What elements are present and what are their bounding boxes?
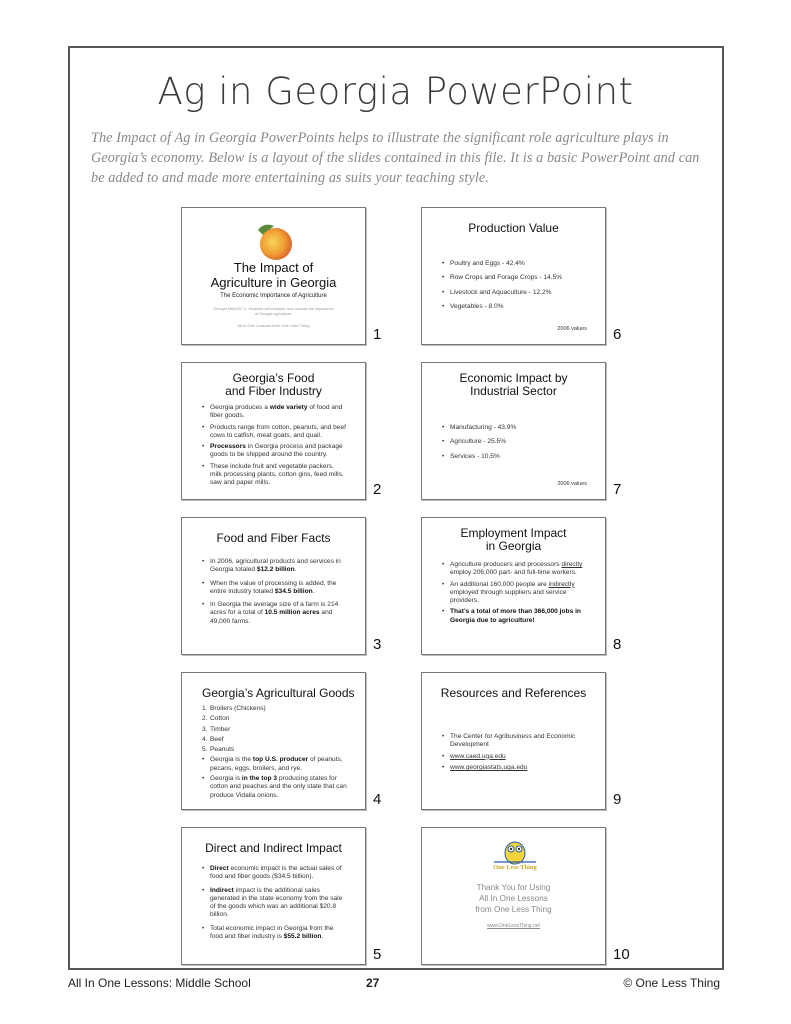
list-item: Georgia produces a wide variety of food … bbox=[202, 404, 347, 421]
slide-number: 1 bbox=[373, 326, 382, 343]
reference-link[interactable]: www.georgiastats.uga.edu bbox=[442, 764, 587, 773]
page-footer: All In One Lessons: Middle School 27 © O… bbox=[68, 976, 724, 992]
list-item: Livestock and Aquaculture - 12.2% bbox=[442, 289, 587, 298]
list-item: Georgia is the top U.S. producer of pean… bbox=[202, 756, 347, 773]
slide-1-title: The Impact of Agriculture in Georgia bbox=[182, 260, 365, 290]
list-item: Poultry and Eggs - 42.4% bbox=[442, 260, 587, 269]
slide-number: 2 bbox=[373, 481, 382, 498]
slide-thumbnail-9[interactable]: Resources and References The Center for … bbox=[421, 672, 606, 810]
slide-3-list: In 2006, agricultural products and servi… bbox=[202, 558, 347, 626]
slide-thumbnail-3[interactable]: Food and Fiber Facts In 2006, agricultur… bbox=[181, 517, 366, 655]
slide-number: 7 bbox=[613, 481, 622, 498]
list-item: Services - 10.5% bbox=[442, 453, 587, 462]
reference-link[interactable]: www.caed.uga.edu bbox=[442, 753, 587, 762]
slide-number: 4 bbox=[373, 791, 382, 808]
list-item: That’s a total of more than 366,000 jobs… bbox=[442, 608, 587, 625]
list-item: Broilers (Chickens) bbox=[202, 705, 347, 714]
slide-7-title: Economic Impact by Industrial Sector bbox=[422, 372, 605, 398]
slide-1-subtitle: The Economic Importance of Agriculture bbox=[220, 293, 327, 299]
list-item: Indirect impact is the additional sales … bbox=[202, 887, 347, 920]
slide-7-title-line2: Industrial Sector bbox=[470, 384, 557, 398]
slide-9-title: Resources and References bbox=[440, 686, 587, 700]
list-item: Peanuts bbox=[202, 746, 347, 755]
list-item: The Center for Agribusiness and Economic… bbox=[442, 733, 587, 750]
list-item: Beef bbox=[202, 736, 347, 745]
list-item: These include fruit and vegetable packer… bbox=[202, 463, 347, 488]
thanks-line1: Thank You for Using bbox=[476, 883, 551, 892]
intro-paragraph: The Impact of Ag in Georgia PowerPoints … bbox=[91, 130, 700, 186]
list-item: Cotton bbox=[202, 715, 347, 724]
slide-5-list: Direct economic impact is the actual sal… bbox=[202, 865, 347, 941]
slide-thumbnail-5[interactable]: Direct and Indirect Impact Direct econom… bbox=[181, 827, 366, 965]
svg-text:One Less Thing: One Less Thing bbox=[493, 864, 537, 871]
slide-9-list: The Center for Agribusiness and Economic… bbox=[442, 733, 587, 772]
footer-series: All In One Lessons: Middle School bbox=[68, 976, 251, 990]
slide-1-title-line1: The Impact of bbox=[233, 260, 314, 275]
page-title: Ag in Georgia PowerPoint bbox=[157, 70, 634, 113]
slide-6-note: 2006 values bbox=[557, 326, 587, 332]
slide-6-list: Poultry and Eggs - 42.4% Row Crops and F… bbox=[442, 260, 587, 311]
slide-number: 8 bbox=[613, 636, 622, 653]
slide-thumbnail-1[interactable]: The Impact of Agriculture in Georgia The… bbox=[181, 207, 366, 345]
slide-thumbnail-4[interactable]: Georgia’s Agricultural Goods Broilers (C… bbox=[181, 672, 366, 810]
list-item: In Georgia the average size of a farm is… bbox=[202, 601, 347, 626]
slide-number: 10 bbox=[613, 946, 630, 963]
slide-number: 6 bbox=[613, 326, 622, 343]
slide-thumbnail-8[interactable]: Employment Impact in Georgia Agriculture… bbox=[421, 517, 606, 655]
peach-icon bbox=[252, 220, 296, 262]
slide-4-title: Georgia’s Agricultural Goods bbox=[202, 686, 355, 700]
list-item: Timber bbox=[202, 726, 347, 735]
footer-copyright: © One Less Thing bbox=[623, 976, 720, 990]
slide-1-credit: All In One Lessons from One Less Thing bbox=[237, 323, 310, 328]
website-link[interactable]: www.OneLessThing.net bbox=[422, 923, 605, 929]
slide-2-list: Georgia produces a wide variety of food … bbox=[202, 404, 347, 488]
list-item: Products range from cotton, peanuts, and… bbox=[202, 424, 347, 441]
slide-1-standard: Georgia M6AG07-2: Students will compare … bbox=[213, 307, 334, 316]
list-item: Agriculture producers and processors dir… bbox=[442, 561, 587, 578]
slide-3-title: Food and Fiber Facts bbox=[216, 531, 331, 545]
page-number: 27 bbox=[366, 976, 380, 990]
thanks-line3: from One Less Thing bbox=[475, 905, 552, 914]
list-item: Vegetables - 8.0% bbox=[442, 303, 587, 312]
slide-thumbnail-6[interactable]: Production Value Poultry and Eggs - 42.4… bbox=[421, 207, 606, 345]
list-item: In 2006, agricultural products and servi… bbox=[202, 558, 347, 575]
list-item: When the value of processing is added, t… bbox=[202, 580, 347, 597]
slide-10-thanks: Thank You for Using All In One Lessons f… bbox=[422, 882, 605, 915]
list-item: Direct economic impact is the actual sal… bbox=[202, 865, 347, 882]
slide-number: 3 bbox=[373, 636, 382, 653]
slide-2-title: Georgia’s Food and Fiber Industry bbox=[182, 372, 365, 398]
slide-5-title: Direct and Indirect Impact bbox=[205, 841, 342, 855]
thanks-line2: All In One Lessons bbox=[479, 894, 548, 903]
list-item: Processors in Georgia process and packag… bbox=[202, 443, 347, 460]
slide-2-title-line2: and Fiber Industry bbox=[225, 384, 322, 398]
slide-thumbnail-7[interactable]: Economic Impact by Industrial Sector Man… bbox=[421, 362, 606, 500]
slide-thumbnail-10[interactable]: One Less Thing Thank You for Using All I… bbox=[421, 827, 606, 965]
list-item: Row Crops and Forage Crops - 14.5% bbox=[442, 274, 587, 283]
slide-4-list: Broilers (Chickens) Cotton Timber Beef P… bbox=[202, 705, 347, 800]
owl-logo-icon: One Less Thing bbox=[490, 840, 540, 872]
slide-1-title-line2: Agriculture in Georgia bbox=[210, 275, 337, 290]
list-item: Manufacturing - 43.9% bbox=[442, 424, 587, 433]
list-item: Total economic impact in Georgia from th… bbox=[202, 925, 347, 942]
list-item: Georgia is in the top 3 producing states… bbox=[202, 775, 347, 800]
slide-thumbnail-2[interactable]: Georgia’s Food and Fiber Industry Georgi… bbox=[181, 362, 366, 500]
slide-6-title: Production Value bbox=[468, 221, 559, 235]
slide-number: 9 bbox=[613, 791, 622, 808]
slide-8-title: Employment Impact in Georgia bbox=[422, 527, 605, 553]
slide-number: 5 bbox=[373, 946, 382, 963]
slide-7-list: Manufacturing - 43.9% Agriculture - 25.5… bbox=[442, 424, 587, 461]
list-item: Agriculture - 25.5% bbox=[442, 438, 587, 447]
slide-8-title-line2: in Georgia bbox=[485, 539, 542, 553]
slide-8-list: Agriculture producers and processors dir… bbox=[442, 561, 587, 625]
slide-7-note: 2006 values bbox=[557, 481, 587, 487]
list-item: An additional 160,000 people are indirec… bbox=[442, 581, 587, 606]
